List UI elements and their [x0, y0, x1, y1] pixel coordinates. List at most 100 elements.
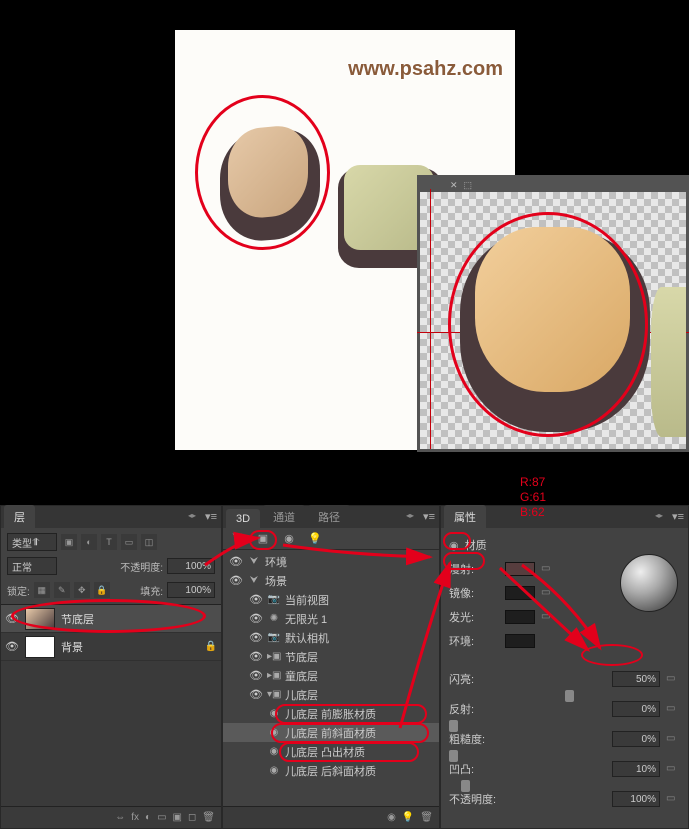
folder-icon[interactable]: ▭ — [541, 611, 555, 623]
layers-tabrow: 层 ◂▸ ▾≡ — [1, 506, 221, 528]
rough-value[interactable]: 0% — [612, 731, 660, 747]
diffuse-swatch[interactable] — [505, 562, 535, 576]
paths-tab[interactable]: 路径 — [308, 505, 350, 528]
tree-light[interactable]: 👁✺无限光 1 — [223, 609, 439, 628]
layer-thumb[interactable] — [25, 636, 55, 658]
chevrons-icon[interactable]: ◂▸ — [188, 511, 196, 520]
tree-jie[interactable]: 👁▸▣节底层 — [223, 647, 439, 666]
trash-icon[interactable]: 🗑 — [420, 812, 433, 823]
tree-er[interactable]: 👁▾▣儿底层 — [223, 685, 439, 704]
filter-light-icon[interactable]: 💡 — [307, 531, 323, 547]
chevrons-icon[interactable]: ◂▸ — [406, 511, 414, 520]
layer-row-1[interactable]: 👁 节底层 — [1, 605, 221, 633]
lock-all-icon[interactable]: 🔒 — [94, 582, 110, 598]
new-layer-icon[interactable]: ◻ — [188, 812, 196, 823]
fx-icon[interactable]: fx — [131, 812, 139, 823]
bump-label: 凹凸: — [449, 761, 499, 777]
layer-list: 👁 节底层 👁 背景 🔒 — [1, 604, 221, 806]
fill-label: 填充: — [140, 583, 163, 598]
panel-menu-icon[interactable]: ▾≡ — [672, 510, 684, 523]
visibility-icon[interactable]: 👁 — [5, 612, 19, 625]
new-light-icon[interactable]: 💡 — [402, 812, 414, 823]
layers-tab[interactable]: 层 — [4, 505, 35, 528]
adjustment-icon[interactable]: ▭ — [157, 812, 166, 823]
tree-scene[interactable]: 👁⮟场景 — [223, 571, 439, 590]
guide-v — [430, 189, 431, 449]
checker-bg — [420, 192, 686, 449]
tree-er-bevel[interactable]: ◉儿底层 前斜面材质 — [223, 723, 439, 742]
opacity-input[interactable]: 100% — [167, 558, 215, 574]
filter-all-icon[interactable]: ⮟ — [229, 531, 245, 547]
props-tab[interactable]: 属性 — [444, 505, 486, 528]
glow-swatch[interactable] — [505, 610, 535, 624]
tree-er-front[interactable]: ◉儿底层 前膨胀材质 — [223, 704, 439, 723]
panel-header-icon2: ⬚ — [464, 180, 473, 191]
folder-icon[interactable]: ▭ — [666, 733, 680, 745]
chevrons-icon[interactable]: ◂▸ — [655, 511, 663, 520]
properties-panel: 属性 ◂▸ ▾≡ ◉ 材质 漫射: ▭ 镜像: ▭ 发光: ▭ — [440, 505, 689, 829]
visibility-icon[interactable]: 👁 — [5, 640, 19, 653]
folder-icon[interactable]: ▭ — [666, 703, 680, 715]
panel-header-icon: ✕ — [450, 180, 458, 191]
folder-icon[interactable]: ▭ — [541, 563, 555, 575]
blend-mode-select[interactable]: 正常 — [7, 557, 57, 575]
specular-swatch[interactable] — [505, 586, 535, 600]
material-preview-sphere[interactable] — [620, 554, 678, 612]
tree-tong[interactable]: 👁▸▣童底层 — [223, 666, 439, 685]
3d-tree: 👁⮟环境 👁⮟场景 👁📷当前视图 👁✺无限光 1 👁📷默认相机 👁▸▣节底层 👁… — [223, 550, 439, 806]
tree-er-back[interactable]: ◉儿底层 后斜面材质 — [223, 761, 439, 780]
panel-menu-icon[interactable]: ▾≡ — [423, 510, 435, 523]
opacity-value2[interactable]: 100% — [612, 791, 660, 807]
mask-icon[interactable]: ◐ — [145, 812, 151, 823]
folder-icon[interactable]: ▭ — [666, 793, 680, 805]
ambient-label: 环境: — [449, 633, 499, 649]
props-tabrow: 属性 ◂▸ ▾≡ — [441, 506, 688, 528]
trash-icon[interactable]: 🗑 — [202, 812, 215, 823]
layers-controls: 类型 ⥣ ▣ ◐ T ▭ ◫ 正常 不透明度: 100% 锁定: ▦ ✎ ✥ 🔒 — [1, 528, 221, 604]
channels-tab[interactable]: 通道 — [263, 505, 305, 528]
layer-name[interactable]: 背景 — [61, 639, 83, 655]
panel-menu-icon[interactable]: ▾≡ — [205, 510, 217, 523]
filter-shape-icon[interactable]: ▭ — [121, 534, 137, 550]
annotation-oval-1 — [195, 95, 330, 250]
layer-thumb[interactable] — [25, 608, 55, 630]
reflect-label: 反射: — [449, 701, 499, 717]
folder-icon[interactable]: ▭ — [666, 763, 680, 775]
filter-mesh-icon[interactable]: ▣ — [255, 531, 271, 547]
lock-pixel-icon[interactable]: ✎ — [54, 582, 70, 598]
lock-pos-icon[interactable]: ✥ — [74, 582, 90, 598]
reflect-value[interactable]: 0% — [612, 701, 660, 717]
annotation-rgb: R:87 G:61 B:62 — [520, 475, 546, 520]
filter-adjust-icon[interactable]: ◐ — [81, 534, 97, 550]
tree-er-extrude[interactable]: ◉儿底层 凸出材质 — [223, 742, 439, 761]
3d-filter-toolbar: ⮟ ▣ ◉ 💡 — [223, 528, 439, 550]
folder-icon[interactable]: ▭ — [541, 587, 555, 599]
filter-smart-icon[interactable]: ◫ — [141, 534, 157, 550]
ambient-swatch[interactable] — [505, 634, 535, 648]
layer-name[interactable]: 节底层 — [61, 611, 94, 627]
3d-panel: 3D 通道 路径 ◂▸ ▾≡ ⮟ ▣ ◉ 💡 👁⮟环境 👁⮟场景 👁📷当前视图 … — [222, 505, 440, 829]
specular-label: 镜像: — [449, 585, 499, 601]
shine-label: 闪亮: — [449, 671, 499, 687]
render-icon[interactable]: ◉ — [387, 812, 396, 823]
tree-curview[interactable]: 👁📷当前视图 — [223, 590, 439, 609]
tree-camera[interactable]: 👁📷默认相机 — [223, 628, 439, 647]
filter-material-icon[interactable]: ◉ — [281, 531, 297, 547]
group-icon[interactable]: ▣ — [173, 812, 182, 823]
filter-pixel-icon[interactable]: ▣ — [61, 534, 77, 550]
lock-trans-icon[interactable]: ▦ — [34, 582, 50, 598]
layer-row-2[interactable]: 👁 背景 🔒 — [1, 633, 221, 661]
folder-icon[interactable]: ▭ — [666, 673, 680, 685]
lock-label: 锁定: — [7, 583, 30, 598]
annotation-oval-2 — [448, 212, 648, 437]
kind-select[interactable]: 类型 ⥣ — [7, 533, 57, 551]
floating-preview-panel: ✕ ⬚ — [417, 175, 689, 452]
shine-value[interactable]: 50% — [612, 671, 660, 687]
fill-input[interactable]: 100% — [167, 582, 215, 598]
filter-type-icon[interactable]: T — [101, 534, 117, 550]
tree-env[interactable]: 👁⮟环境 — [223, 552, 439, 571]
3d-tab[interactable]: 3D — [226, 509, 260, 528]
link-icon[interactable]: ⇔ — [115, 812, 125, 823]
floating-panel-header[interactable]: ✕ ⬚ — [420, 178, 686, 192]
bump-value[interactable]: 10% — [612, 761, 660, 777]
